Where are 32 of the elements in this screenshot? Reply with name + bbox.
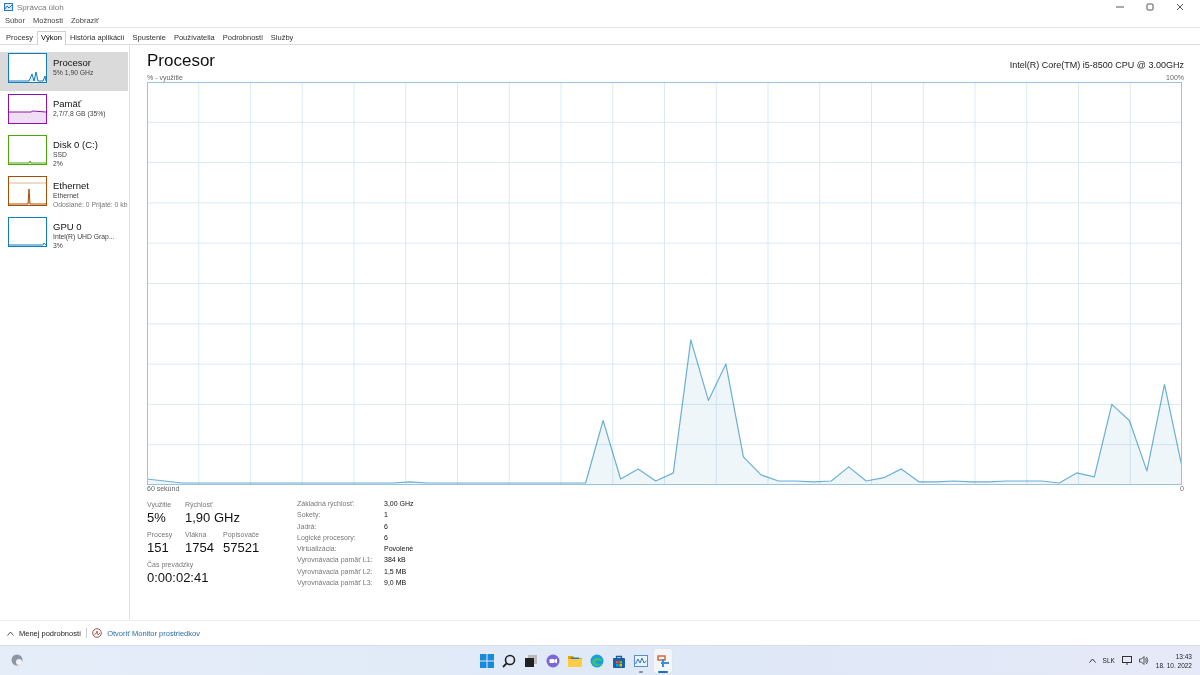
search-icon[interactable]	[502, 653, 516, 668]
device-name: Disk 0 (C:)	[53, 139, 98, 150]
folder-icon[interactable]	[568, 653, 582, 668]
stat-value: 5%	[147, 510, 167, 525]
taskbar-app-button[interactable]	[654, 648, 672, 673]
device-name: Pamäť	[53, 98, 83, 109]
start-icon[interactable]	[480, 653, 494, 668]
device-name: Ethernet	[53, 180, 90, 191]
stat-value: 0:00:02:41	[147, 570, 207, 585]
stat-value: 1754	[185, 540, 215, 555]
volume-icon[interactable]	[1138, 656, 1149, 665]
stat-value: 1,90 GHz	[185, 510, 241, 525]
cpu-model: Intel(R) Core(TM) i5-8500 CPU @ 3.00GHz	[1009, 60, 1184, 70]
caret-up-icon[interactable]	[1088, 658, 1096, 663]
panel-title: Procesor	[147, 51, 216, 71]
weather-icon[interactable]	[11, 654, 23, 666]
caret-up-icon[interactable]	[7, 630, 14, 636]
close-icon[interactable]	[1176, 3, 1184, 11]
device-name: GPU 0	[53, 221, 83, 232]
app-icon	[4, 3, 13, 11]
maximize-icon[interactable]	[1146, 3, 1154, 11]
device-name: Procesor	[53, 57, 92, 68]
chat-icon[interactable]	[546, 653, 560, 668]
gauge-icon[interactable]	[92, 628, 103, 638]
bag-icon[interactable]	[612, 653, 626, 668]
browser-icon[interactable]	[590, 653, 604, 668]
stat-value: 151	[147, 540, 170, 555]
stat-value: 57521	[223, 540, 261, 555]
monitor-icon[interactable]	[1121, 656, 1132, 665]
window-title: Správca úloh	[17, 2, 64, 12]
task-view-icon[interactable]	[524, 653, 538, 668]
chart-window-icon[interactable]	[634, 653, 648, 668]
